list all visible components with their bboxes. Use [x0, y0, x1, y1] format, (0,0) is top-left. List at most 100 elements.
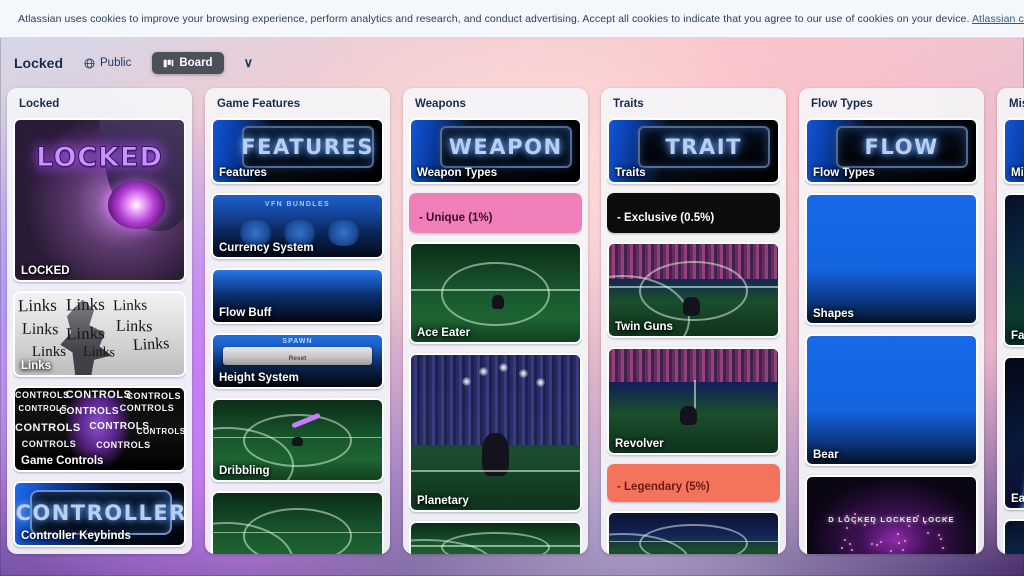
graffiti-word: Links [22, 321, 59, 340]
board-card[interactable]: MISCMisc [1003, 118, 1024, 184]
card-title: Bear [813, 449, 839, 461]
board-card[interactable]: Shapes [805, 193, 978, 325]
list-cards[interactable]: FEATURES Features VFN BUNDLES Currency Syst… [211, 118, 384, 554]
card-cover: - Legendary (5%) [607, 464, 780, 502]
graffiti-word: CONTROLS [127, 391, 182, 401]
board-card[interactable]: VFN BUNDLES Currency System [211, 193, 384, 259]
list-header-title[interactable]: Traits [607, 95, 780, 118]
card-title: Twin Guns [615, 321, 673, 333]
locked-logo-text: LOCKED [36, 142, 163, 173]
board-card[interactable] [409, 521, 582, 554]
board-card[interactable]: FEATURES Features [211, 118, 384, 184]
board-card[interactable]: LOCKED LOCKED [13, 118, 186, 282]
card-cover [1005, 521, 1024, 554]
board-view-switcher[interactable]: Board [152, 52, 223, 74]
card-title: Game Controls [21, 455, 103, 467]
board-card[interactable]: TRAIT Traits [607, 118, 780, 184]
card-title: Controller Keybinds [21, 530, 131, 542]
board-card[interactable] [1003, 519, 1024, 554]
board-card[interactable]: CONTROLS CONTROLS CONTROLS CONTROLS CONTROLS… [13, 386, 186, 472]
card-cover [1005, 195, 1024, 345]
board-card[interactable] [211, 491, 384, 554]
globe-icon [84, 58, 95, 69]
particles-overlay-text: D LOCKED LOCKED LOCKE [807, 515, 976, 524]
board-card[interactable]: Faces [1003, 193, 1024, 347]
graffiti-word: Links [82, 345, 114, 362]
board-card[interactable]: WEAPON Weapon Types [409, 118, 582, 184]
graffiti-word: CONTROLS [22, 439, 77, 449]
cookie-banner-message: Atlassian uses cookies to improve your b… [18, 13, 972, 25]
board-card[interactable]: FLOW Flow Types [805, 118, 978, 184]
board-card[interactable]: Bear [805, 334, 978, 466]
cookie-policy-link[interactable]: Atlassian cookies and Tracking notice [972, 13, 1024, 25]
board-list-misc[interactable]: MiscMISCMisc Faces Early Plays [997, 88, 1024, 554]
board-list-weapons[interactable]: Weapons WEAPON Weapon Types - Unique (1%) Ac… [403, 88, 588, 554]
board-card[interactable]: CONTROLLER Controller Keybinds [13, 481, 186, 547]
list-header-title[interactable]: Flow Types [805, 95, 978, 118]
list-header-title[interactable]: Weapons [409, 95, 582, 118]
card-title: Shapes [813, 308, 854, 320]
list-cards[interactable]: LOCKED LOCKED Links Links Links Links Links Lin… [13, 118, 186, 554]
board-title: Locked [14, 55, 63, 71]
card-cover: LOCKED [15, 120, 184, 280]
board-card[interactable] [607, 511, 780, 554]
graffiti-word: CONTROLS [96, 440, 151, 450]
list-header-title[interactable]: Misc [1003, 95, 1024, 118]
cookie-consent-banner: Atlassian uses cookies to improve your b… [0, 0, 1024, 38]
list-cards[interactable]: FLOW Flow Types Shapes Bear D LOCKED LOCKED … [805, 118, 978, 554]
card-title: Faces [1011, 330, 1024, 342]
board-card[interactable]: Revolver [607, 347, 780, 455]
board-card[interactable]: - Legendary (5%) [607, 464, 780, 502]
board-view-label: Board [179, 57, 212, 69]
board-header-bar: Locked Public Board ∨ [0, 38, 1024, 88]
card-label-text: - Unique (1%) [419, 212, 492, 224]
graffiti-word: Links [66, 294, 105, 315]
list-cards[interactable]: MISCMisc Faces Early Plays [1003, 118, 1024, 554]
graffiti-word: Links [133, 335, 170, 355]
board-lists-container[interactable]: Locked LOCKED LOCKED Links Links Links Links Li… [0, 88, 1024, 576]
graffiti-word: CONTROLS [59, 406, 119, 417]
chevron-down-icon[interactable]: ∨ [238, 53, 260, 73]
neon-sign-text: CONTROLLER [15, 501, 184, 525]
board-list-game-features[interactable]: Game Features FEATURES Features VFN BUNDLES… [205, 88, 390, 554]
card-cover: - Unique (1%) [409, 193, 582, 233]
board-list-traits[interactable]: Traits TRAIT Traits - Exclusive (0.5%) Twin … [601, 88, 786, 554]
board-icon [163, 58, 174, 69]
card-label-text: - Legendary (5%) [617, 481, 710, 493]
reset-button-label: Reset [223, 355, 372, 362]
list-cards[interactable]: WEAPON Weapon Types - Unique (1%) Ace Eater… [409, 118, 582, 554]
list-cards[interactable]: TRAIT Traits - Exclusive (0.5%) Twin Guns Re… [607, 118, 780, 554]
board-card[interactable]: Planetary [409, 353, 582, 512]
card-title: Features [219, 167, 267, 179]
card-label-text: - Exclusive (0.5%) [617, 212, 714, 224]
board-visibility-label: Public [100, 57, 131, 69]
neon-sign-text: FEATURES [241, 134, 374, 159]
board-card[interactable]: D LOCKED LOCKED LOCKE [805, 475, 978, 554]
list-header-title[interactable]: Locked [13, 95, 186, 118]
board-card[interactable]: SPAWN Reset Height System [211, 333, 384, 389]
card-title: Links [21, 360, 51, 372]
card-cover [1005, 358, 1024, 508]
graffiti-word: CONTROLS [137, 427, 184, 436]
card-title: Height System [219, 372, 299, 384]
card-title: Weapon Types [417, 167, 497, 179]
board-card[interactable]: Early Plays [1003, 356, 1024, 510]
board-list-flow-types[interactable]: Flow Types FLOW Flow Types Shapes Bear D LOCK… [799, 88, 984, 554]
board-card[interactable]: Dribbling [211, 398, 384, 482]
card-title: LOCKED [21, 265, 70, 277]
board-card[interactable]: Twin Guns [607, 242, 780, 338]
board-card[interactable]: Links Links Links Links Links Links Links Links… [13, 291, 186, 377]
spawn-banner-text: SPAWN [213, 338, 382, 345]
graffiti-word: Links [66, 324, 105, 345]
board-visibility-button[interactable]: Public [77, 53, 138, 73]
board-card[interactable]: - Exclusive (0.5%) [607, 193, 780, 233]
board-card[interactable]: Flow Buff [211, 268, 384, 324]
board-list-locked[interactable]: Locked LOCKED LOCKED Links Links Links Links Li… [7, 88, 192, 554]
list-header-title[interactable]: Game Features [211, 95, 384, 118]
card-title: Planetary [417, 495, 469, 507]
board-card[interactable]: Ace Eater [409, 242, 582, 344]
card-cover [807, 336, 976, 464]
board-card[interactable]: - Unique (1%) [409, 193, 582, 233]
card-cover: D LOCKED LOCKED LOCKE [807, 477, 976, 554]
bundle-banner-text: VFN BUNDLES [213, 201, 382, 208]
